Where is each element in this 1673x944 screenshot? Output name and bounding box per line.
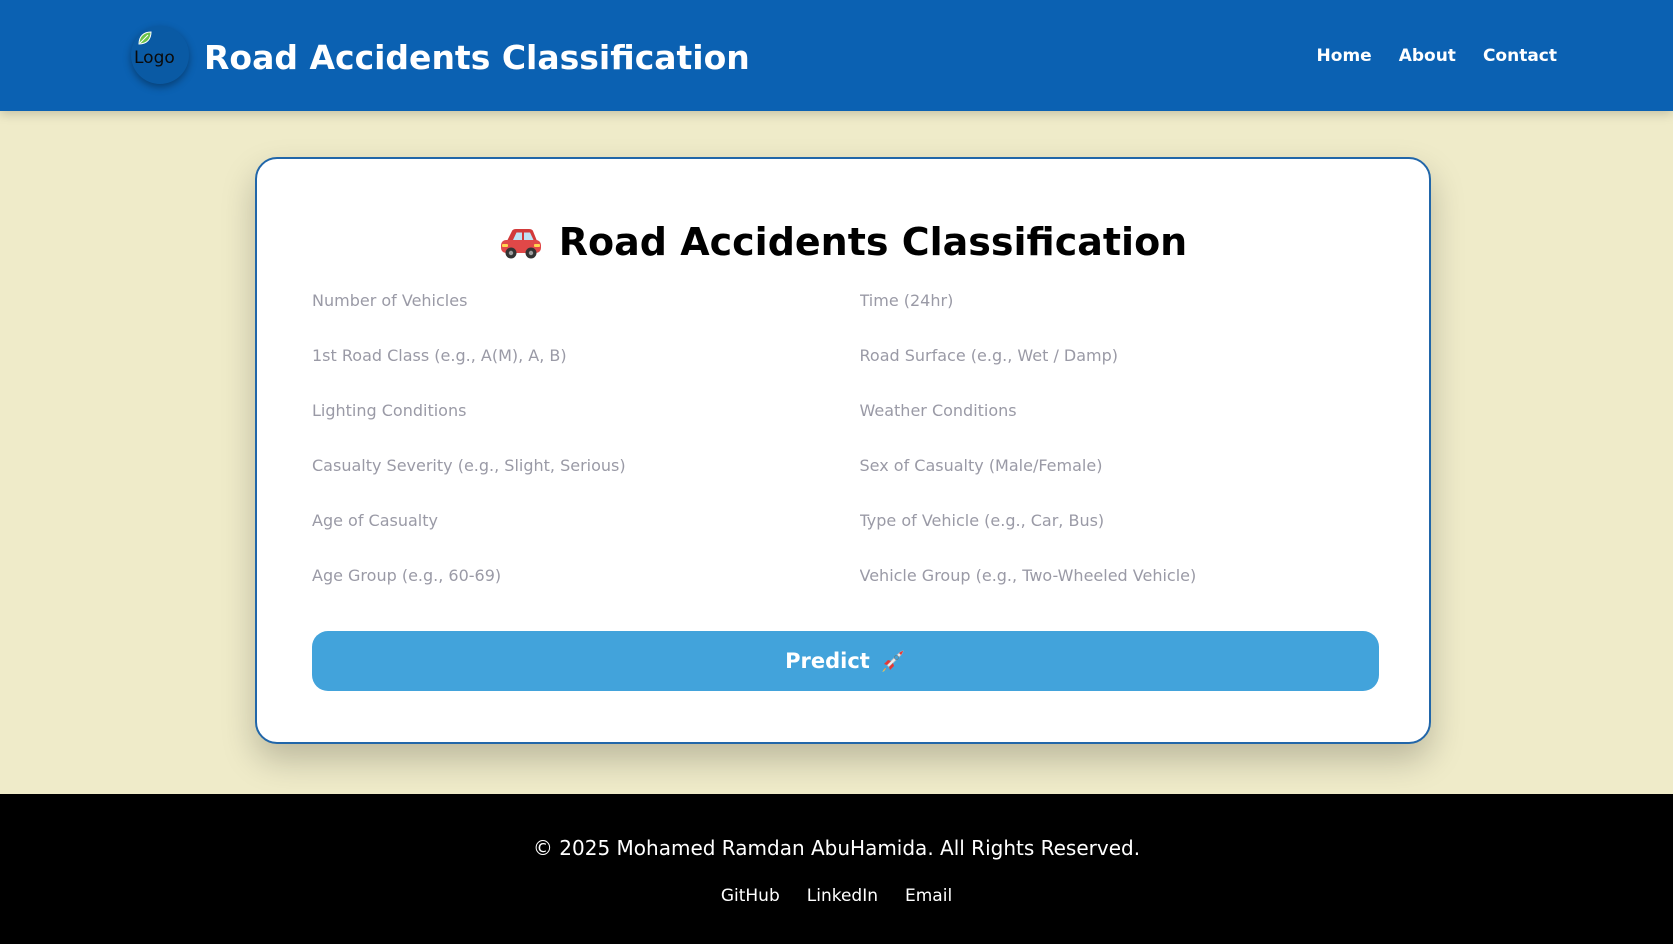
broken-image-icon	[138, 31, 152, 45]
lighting-conditions-input[interactable]	[312, 390, 833, 430]
vehicle-group-input[interactable]	[859, 555, 1380, 595]
predict-button-label: Predict	[785, 649, 870, 673]
logo[interactable]: Logo	[131, 26, 189, 84]
email-link[interactable]: Email	[905, 884, 952, 908]
rocket-icon	[881, 650, 904, 672]
nav-about-link[interactable]: About	[1399, 44, 1456, 68]
main-nav: Home About Contact	[1317, 44, 1557, 68]
predict-button[interactable]: Predict	[312, 631, 1379, 691]
accident-form	[312, 280, 1380, 595]
prediction-card: Road Accidents Classification Predict	[255, 157, 1431, 744]
site-title: Road Accidents Classification	[204, 38, 750, 77]
nav-home-link[interactable]: Home	[1317, 44, 1372, 68]
logo-alt-text: Logo	[134, 48, 175, 68]
site-footer: © 2025 Mohamed Ramdan AbuHamida. All Rig…	[0, 794, 1673, 944]
casualty-sex-input[interactable]	[859, 445, 1380, 485]
age-group-input[interactable]	[312, 555, 833, 595]
car-icon	[500, 229, 541, 259]
road-surface-input[interactable]	[859, 335, 1380, 375]
number-of-vehicles-input[interactable]	[312, 280, 833, 320]
time-input[interactable]	[859, 280, 1380, 320]
footer-links: GitHub LinkedIn Email	[0, 884, 1673, 908]
road-class-input[interactable]	[312, 335, 833, 375]
form-title: Road Accidents Classification	[257, 217, 1429, 267]
casualty-severity-input[interactable]	[312, 445, 833, 485]
linkedin-link[interactable]: LinkedIn	[807, 884, 878, 908]
weather-conditions-input[interactable]	[859, 390, 1380, 430]
site-header: Logo Road Accidents Classification Home …	[0, 0, 1673, 111]
form-title-text: Road Accidents Classification	[558, 220, 1188, 264]
copyright-text: © 2025 Mohamed Ramdan AbuHamida. All Rig…	[532, 836, 1141, 860]
casualty-age-input[interactable]	[312, 500, 833, 540]
github-link[interactable]: GitHub	[721, 884, 780, 908]
vehicle-type-input[interactable]	[859, 500, 1380, 540]
nav-contact-link[interactable]: Contact	[1483, 44, 1557, 68]
